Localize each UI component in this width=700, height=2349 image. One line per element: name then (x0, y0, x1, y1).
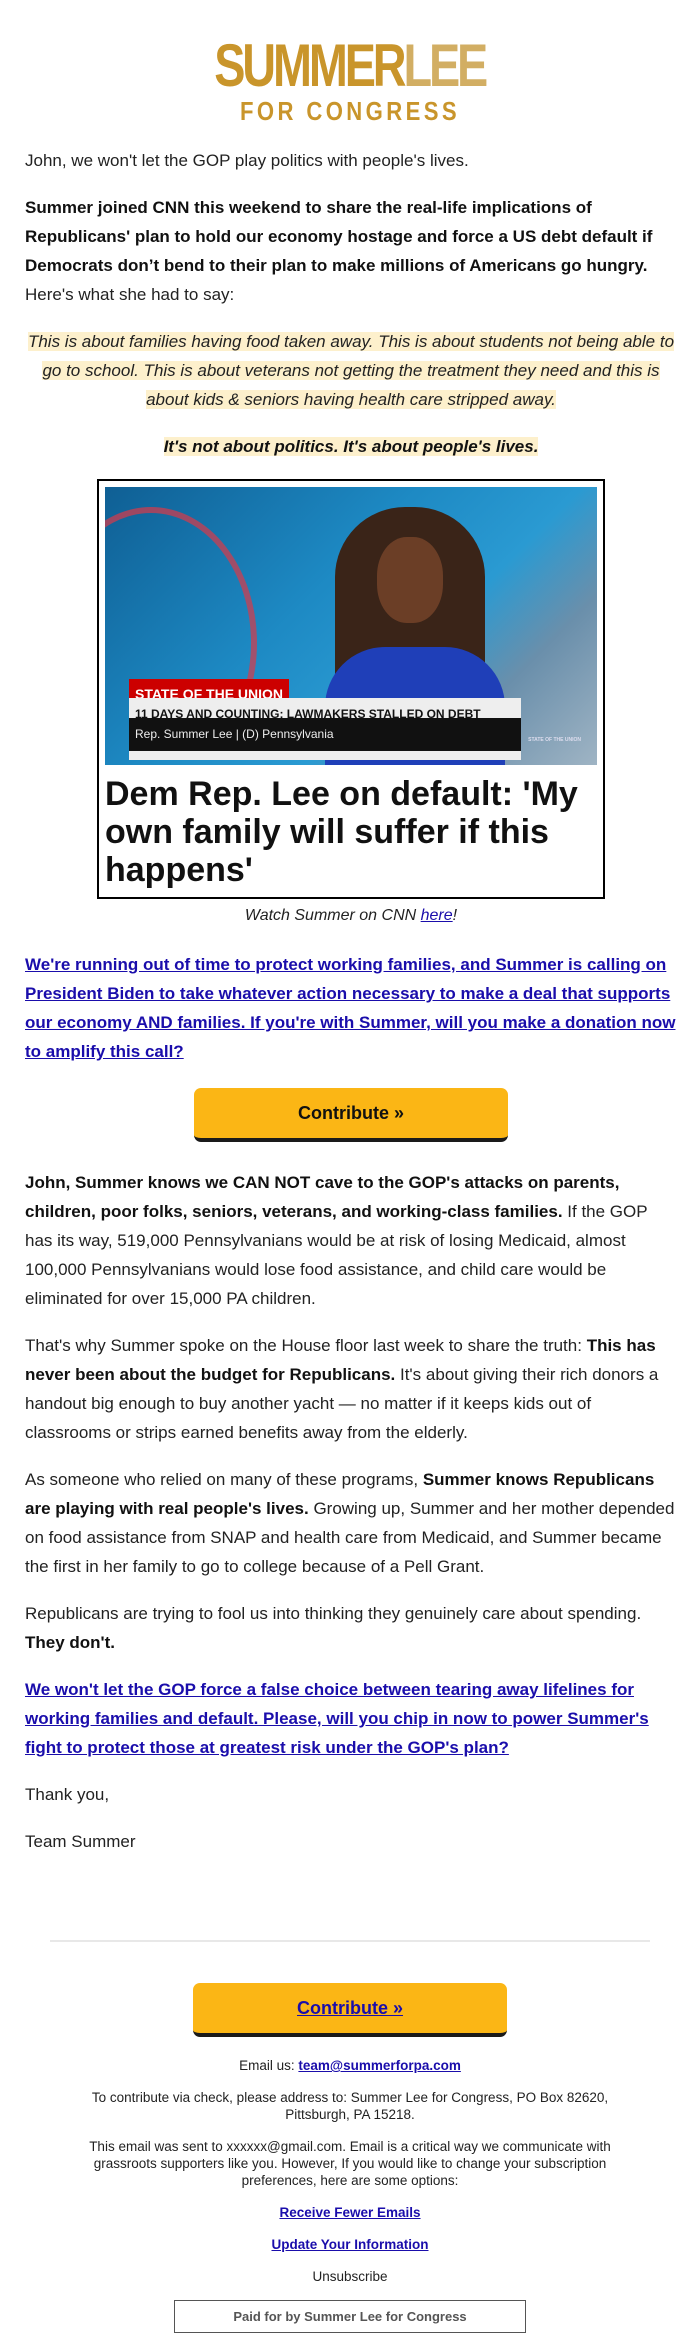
logo: SUMMERLEE FOR CONGRESS (0, 36, 700, 127)
intro: John, we won't let the GOP play politics… (25, 151, 469, 170)
chip-in-link[interactable]: We won't let the GOP force a false choic… (25, 1680, 649, 1757)
video-image[interactable]: STATE OF THE UNION 11 DAYS AND COUNTING:… (105, 487, 597, 765)
donate-link-paragraph: We're running out of time to protect wor… (25, 950, 677, 1066)
footer: Contribute » Email us: team@summerforpa.… (0, 1983, 700, 2333)
donate-link[interactable]: We're running out of time to protect wor… (25, 955, 675, 1061)
update-info-item: Update Your Information (0, 2236, 700, 2253)
footer-contribute-button[interactable]: Contribute » (193, 1983, 507, 2037)
email-us: Email us: team@summerforpa.com (239, 2058, 461, 2073)
paragraph: Republicans are trying to fool us into t… (25, 1604, 642, 1652)
paid-for-disclaimer: Paid for by Summer Lee for Congress (174, 2300, 526, 2333)
chyron-name: Rep. Summer Lee | (D) Pennsylvania (129, 718, 521, 751)
logo-text: SUMMER (214, 32, 407, 99)
email-body: John, we won't let the GOP play politics… (25, 146, 677, 1874)
quote-bold: It's not about politics. It's about peop… (163, 437, 539, 456)
logo-text: LEE (403, 32, 489, 99)
update-information-link[interactable]: Update Your Information (271, 2237, 428, 2252)
donate-link-paragraph: We won't let the GOP force a false choic… (25, 1675, 677, 1762)
unsubscribe-link[interactable]: Unsubscribe (0, 2268, 700, 2285)
logo-subtext: FOR CONGRESS (239, 96, 461, 126)
quote: This is about families having food taken… (27, 332, 675, 409)
receive-fewer-emails-link[interactable]: Receive Fewer Emails (279, 2205, 420, 2220)
video-headline: Dem Rep. Lee on default: 'My own family … (105, 775, 578, 889)
fewer-emails-item: Receive Fewer Emails (0, 2204, 700, 2221)
check-address: To contribute via check, please address … (91, 2090, 609, 2122)
email-link[interactable]: team@summerforpa.com (298, 2058, 460, 2073)
cnn-intro: Summer joined CNN this weekend to share … (25, 198, 653, 304)
contribute-button[interactable]: Contribute » (194, 1088, 508, 1142)
watch-link[interactable]: here (421, 907, 453, 924)
subscription-notice: This email was sent to xxxxxx@gmail.com.… (89, 2139, 611, 2188)
video-caption: Watch Summer on CNN here! (244, 907, 458, 924)
paragraph: As someone who relied on many of these p… (25, 1470, 675, 1576)
paragraph: John, Summer knows we CAN NOT cave to th… (25, 1173, 648, 1308)
divider (50, 1940, 650, 1942)
signoff: Thank you, (25, 1785, 110, 1804)
signature: Team Summer (25, 1832, 136, 1851)
watermark: STATE OF THE UNION (528, 737, 581, 743)
paragraph: That's why Summer spoke on the House flo… (25, 1336, 659, 1442)
email-page: SUMMERLEE FOR CONGRESS John, we won't le… (0, 0, 700, 2349)
video-thumbnail[interactable]: STATE OF THE UNION 11 DAYS AND COUNTING:… (97, 479, 605, 899)
